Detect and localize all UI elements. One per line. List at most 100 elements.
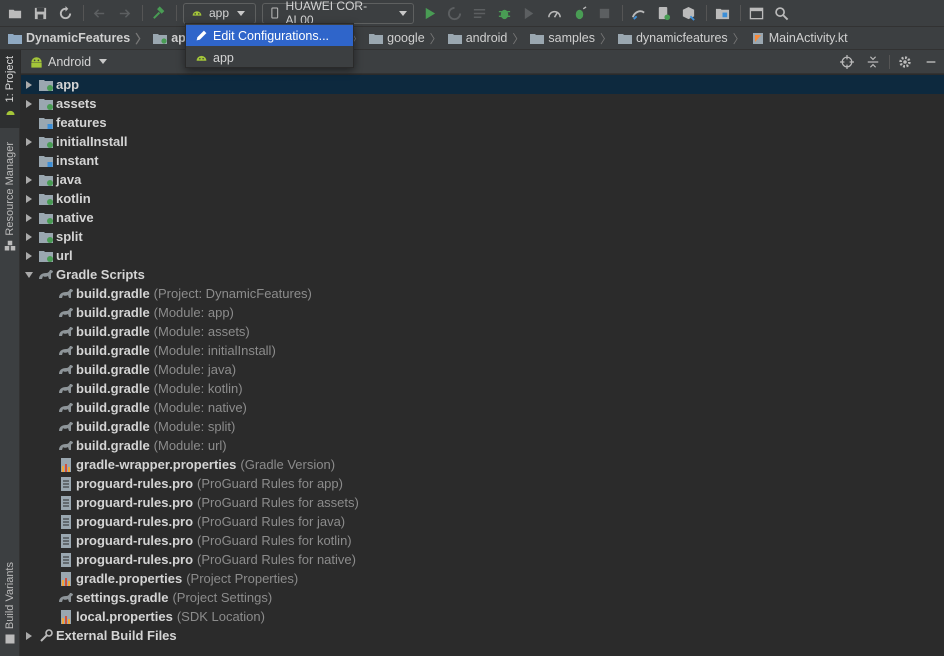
open-folder-icon[interactable] xyxy=(6,4,24,22)
tree-row[interactable]: build.gradle (Module: initialInstall) xyxy=(21,341,944,360)
tree-item-label: build.gradle xyxy=(76,362,150,377)
phone-icon xyxy=(271,7,279,19)
breadcrumb-item-google[interactable]: google 〉 xyxy=(369,30,448,47)
tree-row[interactable]: Gradle Scripts xyxy=(21,265,944,284)
navigation-breadcrumb: DynamicFeatures〉 app〉 com〉 google〉 andro… xyxy=(0,26,944,50)
expand-arrow-icon[interactable] xyxy=(24,80,34,90)
tree-row[interactable]: build.gradle (Module: native) xyxy=(21,398,944,417)
search-icon[interactable] xyxy=(772,4,790,22)
locate-crosshair-icon[interactable] xyxy=(834,55,860,69)
text-file-icon xyxy=(58,514,74,529)
tree-row[interactable]: url xyxy=(21,246,944,265)
attach-debugger-icon[interactable] xyxy=(570,4,588,22)
tree-row[interactable]: proguard-rules.pro (ProGuard Rules for na… xyxy=(21,550,944,569)
tree-item-label: External Build Files xyxy=(56,628,177,643)
menu-item-label: Edit Configurations... xyxy=(213,28,330,43)
gradle-sync-icon[interactable] xyxy=(629,4,647,22)
expand-arrow-icon[interactable] xyxy=(24,213,34,223)
package-folder-icon xyxy=(369,33,384,44)
tree-row[interactable]: assets xyxy=(21,94,944,113)
expand-arrow-icon[interactable] xyxy=(24,99,34,109)
view-selector[interactable]: Android xyxy=(29,54,108,69)
tree-row[interactable]: local.properties (SDK Location) xyxy=(21,607,944,626)
forward-arrow-icon[interactable] xyxy=(115,4,133,22)
tree-item-label: build.gradle xyxy=(76,324,150,339)
tree-row[interactable]: features xyxy=(21,113,944,132)
back-arrow-icon[interactable] xyxy=(90,4,108,22)
gradle-icon xyxy=(58,382,74,396)
build-hammer-icon[interactable] xyxy=(149,4,167,22)
expand-arrow-icon[interactable] xyxy=(24,232,34,242)
menu-item-edit-configurations[interactable]: Edit Configurations... xyxy=(186,25,353,46)
breadcrumb-item-android[interactable]: android 〉 xyxy=(447,30,531,47)
tree-row[interactable]: proguard-rules.pro (ProGuard Rules for ja… xyxy=(21,512,944,531)
tree-row[interactable]: build.gradle (Module: kotlin) xyxy=(21,379,944,398)
view-selector-label: Android xyxy=(48,54,92,69)
breadcrumb-label: samples xyxy=(548,31,595,45)
apply-code-changes-icon[interactable] xyxy=(470,4,488,22)
apply-changes-icon[interactable] xyxy=(445,4,463,22)
tree-row[interactable]: kotlin xyxy=(21,189,944,208)
expand-arrow-icon[interactable] xyxy=(24,137,34,147)
breadcrumb-separator: 〉 xyxy=(135,31,148,46)
tree-row[interactable]: build.gradle (Module: url) xyxy=(21,436,944,455)
breadcrumb-item-samples[interactable]: samples 〉 xyxy=(530,30,618,47)
run-icon[interactable] xyxy=(420,4,438,22)
tree-row[interactable]: build.gradle (Module: app) xyxy=(21,303,944,322)
tree-row[interactable]: proguard-rules.pro (ProGuard Rules for ap… xyxy=(21,474,944,493)
tree-row[interactable]: build.gradle (Project: DynamicFeatures) xyxy=(21,284,944,303)
project-structure-icon[interactable] xyxy=(713,4,731,22)
gear-icon[interactable] xyxy=(892,55,918,69)
module-folder-icon xyxy=(38,192,54,206)
coverage-icon[interactable] xyxy=(520,4,538,22)
collapse-all-icon[interactable] xyxy=(860,55,886,69)
tab-resource-manager[interactable]: Resource Manager xyxy=(0,142,20,260)
hide-panel-icon[interactable] xyxy=(918,55,944,69)
expand-arrow-icon[interactable] xyxy=(24,175,34,185)
tab-project[interactable]: 1: Project xyxy=(0,50,20,128)
breadcrumb-label: dynamicfeatures xyxy=(635,31,728,45)
toolbar-divider xyxy=(622,5,623,21)
tree-row[interactable]: build.gradle (Module: assets) xyxy=(21,322,944,341)
tree-row[interactable]: External Build Files xyxy=(21,626,944,645)
tree-row[interactable]: settings.gradle (Project Settings) xyxy=(21,588,944,607)
tree-row[interactable]: app xyxy=(21,75,944,94)
expand-arrow-icon[interactable] xyxy=(24,251,34,261)
toolbar-divider xyxy=(83,5,84,21)
tree-row[interactable]: java xyxy=(21,170,944,189)
menu-item-app[interactable]: app xyxy=(186,47,353,68)
expand-arrow-icon[interactable] xyxy=(24,194,34,204)
save-all-icon[interactable] xyxy=(31,4,49,22)
module-folder-icon xyxy=(38,97,54,111)
stop-icon[interactable] xyxy=(595,4,613,22)
tree-row[interactable]: initialInstall xyxy=(21,132,944,151)
tree-item-label: build.gradle xyxy=(76,286,150,301)
tree-row[interactable]: build.gradle (Module: split) xyxy=(21,417,944,436)
toolbar-divider xyxy=(176,5,177,21)
sync-icon[interactable] xyxy=(56,4,74,22)
chevron-down-icon xyxy=(99,59,108,64)
avd-manager-icon[interactable] xyxy=(654,4,672,22)
tree-row[interactable]: native xyxy=(21,208,944,227)
tree-row[interactable]: instant xyxy=(21,151,944,170)
breadcrumb-item-dynamicfeatures[interactable]: dynamicfeatures 〉 xyxy=(617,30,751,47)
tree-row[interactable]: split xyxy=(21,227,944,246)
breadcrumb-item-project[interactable]: DynamicFeatures 〉 xyxy=(8,30,153,47)
tree-row[interactable]: gradle-wrapper.properties (Gradle Version… xyxy=(21,455,944,474)
tree-row[interactable]: proguard-rules.pro (ProGuard Rules for as… xyxy=(21,493,944,512)
tab-build-variants[interactable]: Build Variants xyxy=(0,562,20,656)
terminal-window-icon[interactable] xyxy=(747,4,765,22)
debug-bug-icon[interactable] xyxy=(495,4,513,22)
collapse-arrow-icon[interactable] xyxy=(24,270,34,280)
expand-arrow-icon[interactable] xyxy=(24,631,34,641)
run-configuration-selector[interactable]: app xyxy=(183,2,256,24)
tree-row[interactable]: build.gradle (Module: java) xyxy=(21,360,944,379)
sdk-manager-icon[interactable] xyxy=(679,4,697,22)
tree-row[interactable]: proguard-rules.pro (ProGuard Rules for ko… xyxy=(21,531,944,550)
device-selector[interactable]: HUAWEI COR-AL00 xyxy=(262,0,414,27)
tree-row[interactable]: gradle.properties (Project Properties) xyxy=(21,569,944,588)
breadcrumb-item-mainactivity[interactable]: MainActivity.kt xyxy=(751,31,848,45)
tab-build-variants-label: Build Variants xyxy=(4,562,16,630)
profile-icon[interactable] xyxy=(545,4,563,22)
